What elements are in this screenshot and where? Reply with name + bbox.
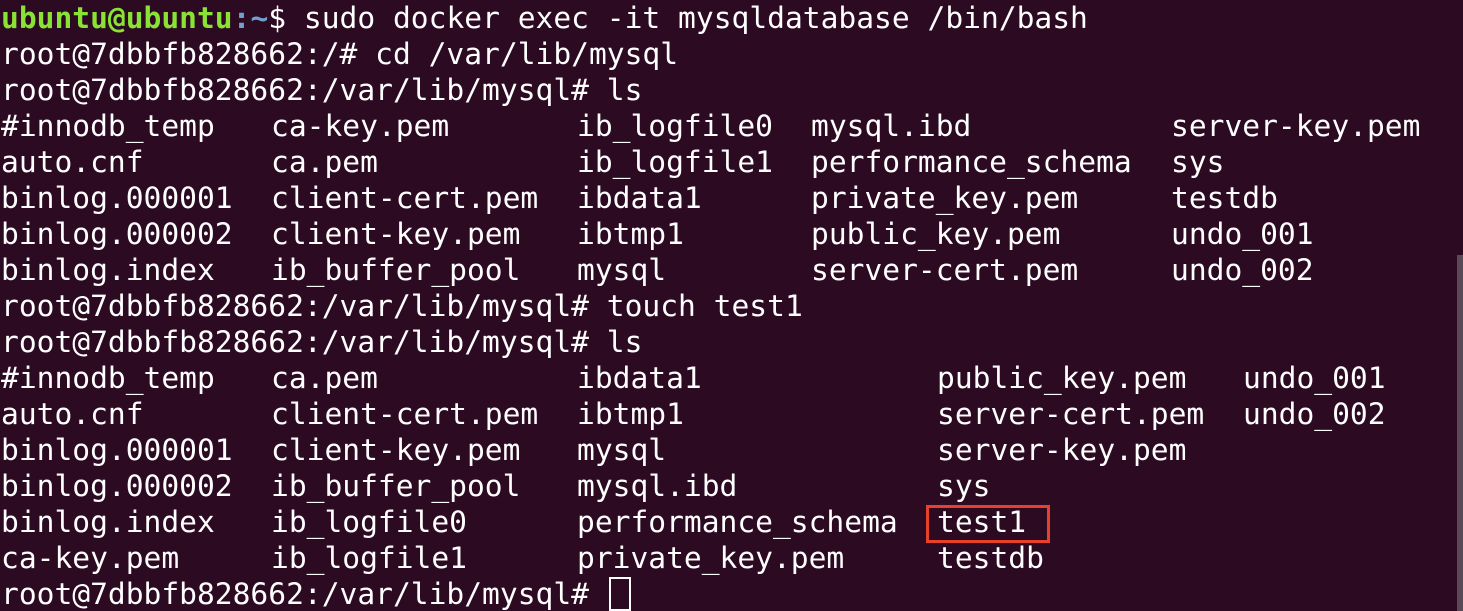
file-entry: ib_buffer_pool	[271, 469, 521, 503]
header-prompt-line: ubuntu@ubuntu:~$ sudo docker exec -it my…	[1, 0, 1088, 36]
file-entry: ca-key.pem	[1, 541, 180, 575]
file-entry: undo_002	[1171, 253, 1314, 287]
file-entry: public_key.pem	[937, 361, 1187, 395]
file-entry: client-cert.pem	[271, 181, 539, 215]
terminal-window[interactable]: ubuntu@ubuntu:~$ sudo docker exec -it my…	[0, 0, 1463, 611]
file-entry: ib_logfile0	[577, 109, 773, 143]
ls1-row: binlog.000001 client-cert.pem ibdata1 pr…	[1, 180, 1461, 216]
file-entry: private_key.pem	[577, 541, 845, 575]
file-entry: ib_logfile0	[271, 505, 467, 539]
ls2-row: auto.cnf client-cert.pem ibtmp1 server-c…	[1, 396, 1461, 432]
file-entry: public_key.pem	[811, 217, 1061, 251]
file-entry: auto.cnf	[1, 145, 144, 179]
file-entry: testdb	[1171, 181, 1278, 215]
scrollbar[interactable]	[1457, 255, 1463, 611]
file-entry: private_key.pem	[811, 181, 1079, 215]
ls2-row: binlog.000002 ib_buffer_pool mysql.ibd s…	[1, 468, 1461, 504]
touch-command-line: root@7dbbfb828662:/var/lib/mysql# touch …	[1, 289, 803, 323]
file-entry: server-cert.pem	[811, 253, 1079, 287]
file-entry: server-cert.pem	[937, 397, 1205, 431]
file-entry: #innodb_temp	[1, 361, 215, 395]
file-entry: ca.pem	[271, 361, 378, 395]
ls1-row: binlog.000002 client-key.pem ibtmp1 publ…	[1, 216, 1461, 252]
file-entry: ib_buffer_pool	[271, 253, 521, 287]
docker-exec-command: sudo docker exec -it mysqldatabase /bin/…	[303, 1, 1088, 35]
user-host: ubuntu@ubuntu	[1, 1, 233, 35]
file-entry: ib_logfile1	[271, 541, 467, 575]
file-entry: binlog.index	[1, 253, 215, 287]
file-entry: auto.cnf	[1, 397, 144, 431]
ls2-row: ca-key.pem ib_logfile1 private_key.pem t…	[1, 540, 1461, 576]
ls1-row: binlog.index ib_buffer_pool mysql server…	[1, 252, 1461, 288]
ls-command-line-2: root@7dbbfb828662:/var/lib/mysql# ls	[1, 325, 643, 359]
ls2-row: #innodb_temp ca.pem ibdata1 public_key.p…	[1, 360, 1461, 396]
file-entry: binlog.000001	[1, 181, 233, 215]
file-entry: undo_001	[1171, 217, 1314, 251]
file-entry: ca.pem	[271, 145, 378, 179]
current-prompt-line[interactable]: root@7dbbfb828662:/var/lib/mysql#	[1, 576, 631, 611]
ls1-row: auto.cnf ca.pem ib_logfile1 performance_…	[1, 144, 1461, 180]
file-entry: sys	[1171, 145, 1225, 179]
file-entry: mysql.ibd	[577, 469, 738, 503]
file-entry: binlog.000002	[1, 217, 233, 251]
file-entry: binlog.000002	[1, 469, 233, 503]
ls2-row: binlog.000001 client-key.pem mysql serve…	[1, 432, 1461, 468]
file-entry: undo_002	[1243, 397, 1386, 431]
file-entry: ibdata1	[577, 361, 702, 395]
file-entry: ibdata1	[577, 181, 702, 215]
file-entry: mysql	[577, 253, 667, 287]
file-entry: ibtmp1	[577, 217, 684, 251]
ls1-row: #innodb_temp ca-key.pem ib_logfile0 mysq…	[1, 108, 1461, 144]
file-entry: #innodb_temp	[1, 109, 215, 143]
ls-command-line-1: root@7dbbfb828662:/var/lib/mysql# ls	[1, 73, 643, 107]
file-entry: server-key.pem	[937, 433, 1187, 467]
file-entry: mysql	[577, 433, 667, 467]
file-entry: binlog.index	[1, 505, 215, 539]
text-cursor[interactable]	[608, 577, 631, 611]
file-entry: undo_001	[1243, 361, 1386, 395]
file-entry: server-key.pem	[1171, 109, 1421, 143]
file-entry: sys	[937, 469, 991, 503]
file-entry: client-key.pem	[271, 433, 521, 467]
file-entry: ca-key.pem	[271, 109, 450, 143]
current-prompt: root@7dbbfb828662:/var/lib/mysql#	[1, 577, 607, 611]
file-entry: performance_schema	[811, 145, 1132, 179]
prompt-symbol: $	[268, 1, 304, 35]
home-path: :~	[232, 1, 269, 35]
file-entry: binlog.000001	[1, 433, 233, 467]
file-entry: mysql.ibd	[811, 109, 972, 143]
test1-highlight-box	[926, 505, 1050, 543]
file-entry: performance_schema	[577, 505, 898, 539]
file-entry: client-cert.pem	[271, 397, 539, 431]
file-entry: client-key.pem	[271, 217, 521, 251]
file-entry: testdb	[937, 541, 1044, 575]
cd-command-line: root@7dbbfb828662:/# cd /var/lib/mysql	[1, 37, 679, 71]
file-entry: ib_logfile1	[577, 145, 773, 179]
file-entry: ibtmp1	[577, 397, 684, 431]
ls2-row: binlog.index ib_logfile0 performance_sch…	[1, 504, 1461, 540]
